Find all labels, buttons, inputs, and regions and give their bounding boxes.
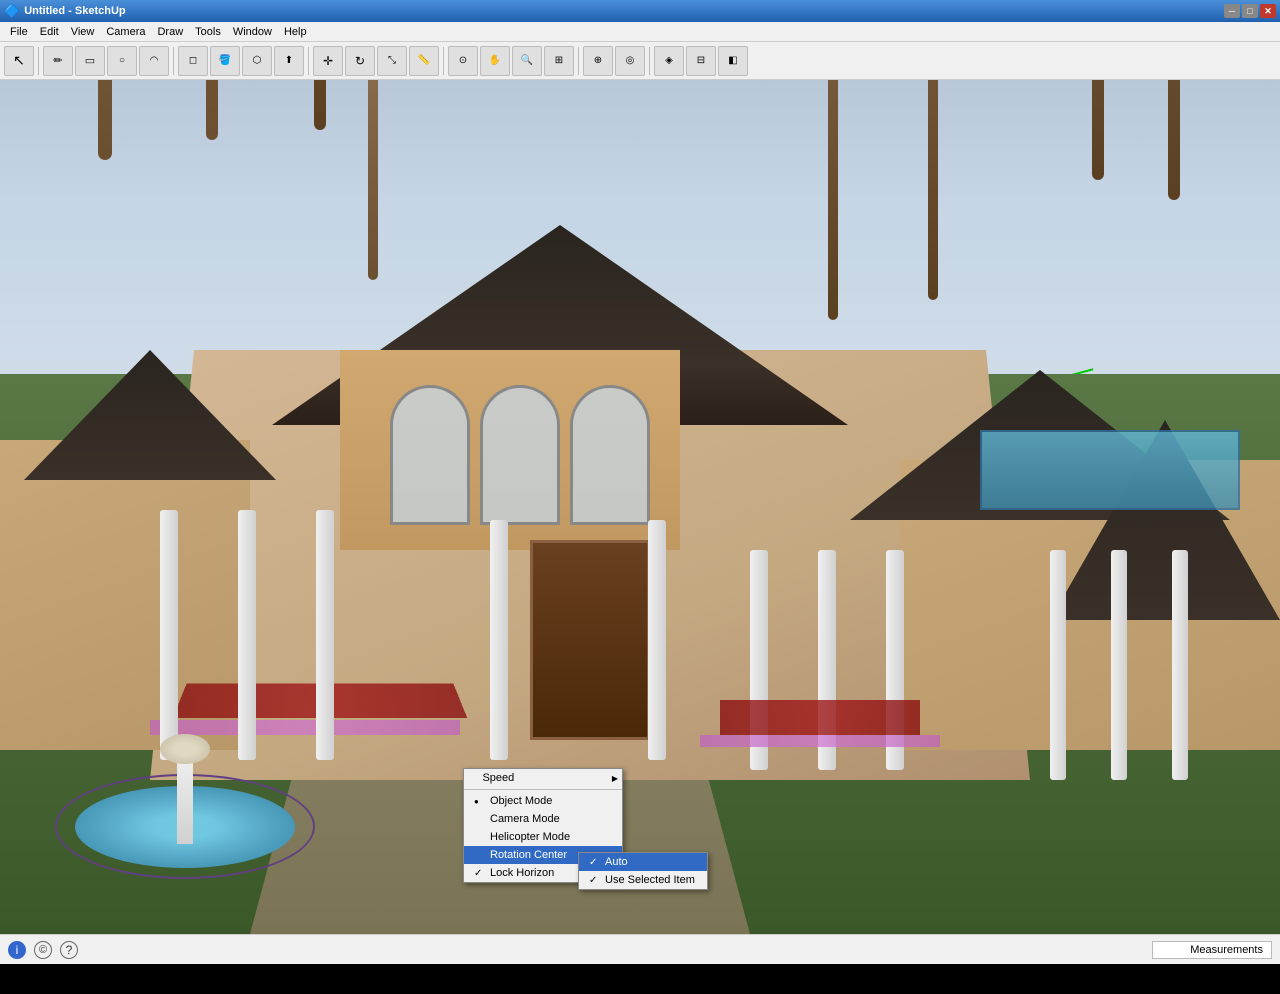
titlebar-title: 🔷 Untitled - SketchUp	[4, 3, 126, 19]
zoom-tool[interactable]: 🔍	[512, 46, 542, 76]
pan-tool[interactable]: ✋	[480, 46, 510, 76]
measurements-display: Measurements	[1152, 941, 1272, 959]
components-btn[interactable]: ⊟	[686, 46, 716, 76]
menu-view[interactable]: View	[65, 24, 101, 40]
menu-camera[interactable]: Camera	[100, 24, 151, 40]
menu-window[interactable]: Window	[227, 24, 278, 40]
zoomext-tool[interactable]: ⊞	[544, 46, 574, 76]
titlebar: 🔷 Untitled - SketchUp ─ □ ✕	[0, 0, 1280, 22]
arc-tool[interactable]: ◠	[139, 46, 169, 76]
titlebar-controls[interactable]: ─ □ ✕	[1224, 4, 1276, 18]
scene-background	[0, 80, 1280, 964]
fountain-base	[55, 774, 315, 884]
columns-right-entrance	[490, 520, 666, 760]
submenu-auto[interactable]: ✓ Auto	[579, 853, 707, 871]
copy-icon[interactable]: ©	[34, 941, 52, 959]
materials-btn[interactable]: ◈	[654, 46, 684, 76]
ctx-separator-1	[464, 789, 622, 790]
pool	[980, 430, 1240, 510]
select-tool[interactable]: ↖	[4, 46, 34, 76]
toolbar-separator-5	[578, 47, 579, 75]
decorative-strip-right	[700, 735, 940, 747]
toolbar-separator-3	[308, 47, 309, 75]
entry-rug-right	[720, 700, 920, 735]
pushpull-tool[interactable]: ⬆	[274, 46, 304, 76]
move-tool[interactable]: ✛	[313, 46, 343, 76]
tape-tool[interactable]: 📏	[409, 46, 439, 76]
circle-tool[interactable]: ○	[107, 46, 137, 76]
toolbar-separator-1	[38, 47, 39, 75]
ctx-helicopter-mode[interactable]: Helicopter Mode	[464, 828, 622, 846]
menu-tools[interactable]: Tools	[189, 24, 227, 40]
close-button[interactable]: ✕	[1260, 4, 1276, 18]
scale-tool[interactable]: ⤡	[377, 46, 407, 76]
styles-btn[interactable]: ◧	[718, 46, 748, 76]
submenu-use-selected[interactable]: ✓ Use Selected Item	[579, 871, 707, 889]
statusbar-left: i © ?	[8, 941, 78, 959]
toolbar-separator-6	[649, 47, 650, 75]
statusbar: i © ? Measurements	[0, 934, 1280, 964]
columns-far-right	[1050, 550, 1188, 780]
ctx-camera-mode[interactable]: Camera Mode	[464, 810, 622, 828]
line-tool[interactable]: ✏	[43, 46, 73, 76]
menu-help[interactable]: Help	[278, 24, 313, 40]
rotate-tool[interactable]: ↻	[345, 46, 375, 76]
menu-edit[interactable]: Edit	[34, 24, 65, 40]
walkthrough-tool[interactable]: ⊕	[583, 46, 613, 76]
menubar: File Edit View Camera Draw Tools Window …	[0, 22, 1280, 42]
window-group	[380, 375, 660, 535]
lookat-tool[interactable]: ◎	[615, 46, 645, 76]
menu-draw[interactable]: Draw	[151, 24, 189, 40]
ctx-speed[interactable]: Speed	[464, 769, 622, 787]
columns-left	[160, 510, 334, 760]
toolbar: ↖ ✏ ▭ ○ ◠ ◻ 🪣 ⬡ ⬆ ✛ ↻ ⤡ 📏 ⊙ ✋ 🔍 ⊞ ⊕ ◎ ◈ …	[0, 42, 1280, 80]
help-icon[interactable]: ?	[60, 941, 78, 959]
app-icon: 🔷	[4, 3, 20, 19]
paint-tool[interactable]: 🪣	[210, 46, 240, 76]
offset-tool[interactable]: ⬡	[242, 46, 272, 76]
eraser-tool[interactable]: ◻	[178, 46, 208, 76]
toolbar-separator-2	[173, 47, 174, 75]
toolbar-separator-4	[443, 47, 444, 75]
orbit-tool[interactable]: ⊙	[448, 46, 478, 76]
rotation-center-submenu[interactable]: ✓ Auto ✓ Use Selected Item	[578, 852, 708, 890]
maximize-button[interactable]: □	[1242, 4, 1258, 18]
menu-file[interactable]: File	[4, 24, 34, 40]
rect-tool[interactable]: ▭	[75, 46, 105, 76]
app-title: Untitled - SketchUp	[24, 5, 125, 17]
ctx-object-mode[interactable]: ● Object Mode	[464, 792, 622, 810]
canvas-area[interactable]: Speed ● Object Mode Camera Mode Helicopt…	[0, 80, 1280, 964]
minimize-button[interactable]: ─	[1224, 4, 1240, 18]
info-icon[interactable]: i	[8, 941, 26, 959]
